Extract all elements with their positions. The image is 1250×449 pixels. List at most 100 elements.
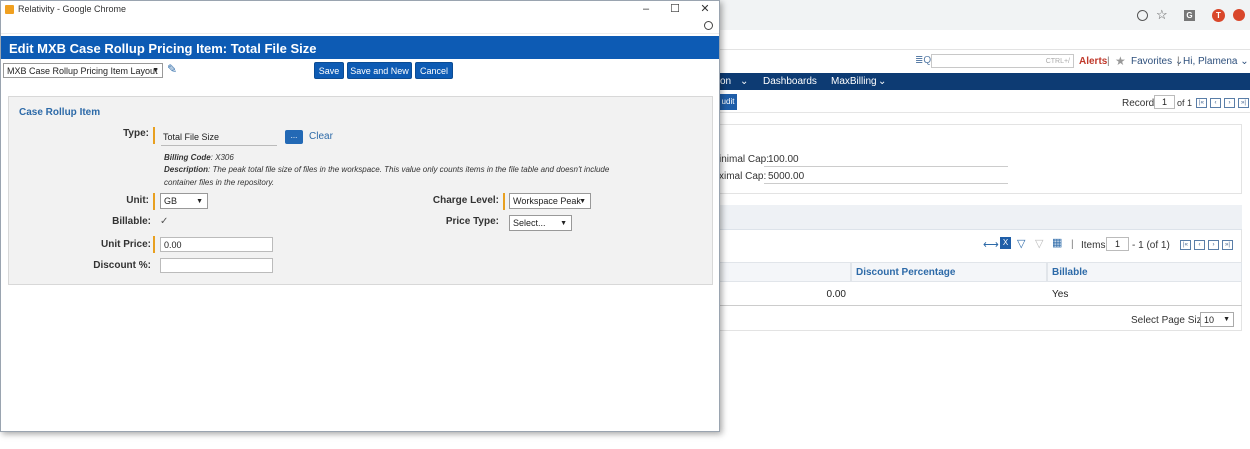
charge-level-value: Workspace Peak <box>513 196 581 206</box>
required-marker <box>503 193 505 210</box>
minimal-cap-value: 100.00 <box>768 154 799 165</box>
chevron-down-icon: ▼ <box>152 67 159 74</box>
maximize-icon[interactable]: ☐ <box>668 2 682 16</box>
description-line: Description: The peak total file size of… <box>164 163 644 189</box>
unit-price-label: Unit Price: <box>100 239 151 250</box>
charge-level-select[interactable]: Workspace Peak ▼ <box>509 193 591 209</box>
prev-page-icon[interactable]: ‹ <box>1194 240 1205 250</box>
last-page-icon[interactable]: »| <box>1222 240 1233 250</box>
excel-export-icon[interactable]: X <box>1000 237 1011 249</box>
items-label: Items <box>1081 240 1106 251</box>
section-title: Case Rollup Item <box>19 107 101 118</box>
next-page-icon[interactable]: › <box>1208 240 1219 250</box>
items-count: - 1 (of 1) <box>1132 240 1170 251</box>
type-picker-button[interactable]: ... <box>285 130 303 144</box>
first-page-icon[interactable]: |« <box>1180 240 1191 250</box>
favorites-star-icon: ★ <box>1115 54 1126 68</box>
billing-code-label: Billing Code <box>164 153 211 162</box>
table-cell-amount: 0.00 <box>826 289 846 300</box>
next-page-icon[interactable]: › <box>1224 98 1235 108</box>
bookmark-star-icon[interactable]: ☆ <box>1156 7 1168 23</box>
required-marker <box>153 127 155 144</box>
favorites-menu[interactable]: Favorites ⌄ <box>1131 56 1183 67</box>
clear-filter-icon[interactable]: ▽ <box>1035 237 1043 250</box>
divider <box>764 183 1008 184</box>
user-greeting: Hi, Plamena <box>1183 56 1238 67</box>
chevron-down-icon: ⌄ <box>878 76 887 87</box>
main-nav: on ⌄ Dashboards MaxBilling ⌄ <box>719 73 1250 90</box>
record-label: Record <box>1122 98 1155 109</box>
edit-layout-pencil-icon[interactable]: ✎ <box>167 62 177 76</box>
record-count: of 1 <box>1177 98 1193 108</box>
nav-item-dashboards[interactable]: Dashboards <box>763 76 817 87</box>
discount-label: Discount %: <box>93 260 151 271</box>
separator: | <box>1107 56 1110 67</box>
zoom-icon[interactable] <box>704 21 713 30</box>
nav-item-maxbilling[interactable]: MaxBilling <box>831 76 877 87</box>
relativity-favicon-icon <box>5 5 14 14</box>
chevron-down-icon: ▼ <box>579 198 586 205</box>
window-titlebar: Relativity - Google Chrome – ☐ ✕ <box>1 1 719 18</box>
unit-select-value: GB <box>164 196 178 206</box>
chevron-down-icon: ⌄ <box>1240 56 1249 67</box>
required-marker <box>153 236 155 253</box>
table-cell-billable: Yes <box>1052 289 1069 300</box>
description-label: Description <box>164 165 209 174</box>
first-page-icon[interactable]: |« <box>1196 98 1207 108</box>
column-header-billable[interactable]: Billable <box>1047 262 1242 282</box>
price-type-label: Price Type: <box>445 216 499 227</box>
chevron-down-icon: ▼ <box>560 220 567 227</box>
maximal-cap-value: 5000.00 <box>768 171 805 182</box>
billing-code-value: : X306 <box>210 153 234 162</box>
minimize-icon[interactable]: – <box>639 2 653 16</box>
page-size-select[interactable]: 10 ▼ <box>1200 312 1234 327</box>
case-rollup-item-panel <box>8 96 713 285</box>
save-button[interactable]: Save <box>314 62 344 79</box>
unit-select[interactable]: GB ▼ <box>160 193 208 209</box>
user-menu[interactable]: Hi, Plamena ⌄ <box>1183 56 1249 67</box>
divider <box>161 145 277 146</box>
close-icon[interactable]: ✕ <box>698 2 712 16</box>
page-size-value: 10 <box>1204 315 1215 325</box>
last-page-icon[interactable]: »| <box>1238 98 1249 108</box>
layout-select-value: MXB Case Rollup Pricing Item Layout <box>7 66 158 76</box>
save-and-new-button[interactable]: Save and New <box>347 62 412 79</box>
quick-search-input[interactable]: CTRL+/ <box>931 54 1074 68</box>
price-type-value: Select... <box>513 218 546 228</box>
zoom-icon[interactable] <box>1137 10 1148 21</box>
discount-input[interactable] <box>160 258 273 273</box>
alerts-link[interactable]: Alerts <box>1079 56 1107 67</box>
expand-icon[interactable]: ⟷ <box>983 238 999 251</box>
required-marker <box>153 193 155 210</box>
clear-link[interactable]: Clear <box>309 131 333 142</box>
separator: | <box>1177 56 1180 67</box>
minimal-cap-label: inimal Cap: <box>719 154 770 165</box>
type-label: Type: <box>123 128 149 139</box>
billable-checkbox[interactable]: ✓ <box>160 217 171 228</box>
profile-avatar-icon[interactable]: T <box>1212 9 1225 22</box>
audit-button[interactable]: udit <box>719 94 737 110</box>
billable-label: Billable: <box>112 216 151 227</box>
nav-item-partial[interactable]: on <box>720 76 731 87</box>
record-input[interactable]: 1 <box>1154 95 1175 109</box>
cancel-button[interactable]: Cancel <box>415 62 453 79</box>
price-type-select[interactable]: Select... ▼ <box>509 215 572 231</box>
column-header-partial[interactable] <box>719 262 851 282</box>
extension-g-icon[interactable]: G <box>1184 10 1195 21</box>
layout-select[interactable]: MXB Case Rollup Pricing Item Layout ▼ <box>3 63 163 78</box>
unit-label: Unit: <box>126 195 149 206</box>
quick-search-icon[interactable]: ≣Q <box>915 55 931 66</box>
grid-view-icon[interactable]: ▦ <box>1052 236 1062 249</box>
prev-page-icon[interactable]: ‹ <box>1210 98 1221 108</box>
unit-price-input[interactable]: 0.00 <box>160 237 273 252</box>
chevron-down-icon: ⌄ <box>740 76 749 87</box>
description-text: : The peak total file size of files in t… <box>164 165 610 187</box>
type-value: Total File Size <box>163 132 220 142</box>
charge-level-label: Charge Level: <box>432 195 499 206</box>
extension-icon[interactable] <box>1233 9 1245 21</box>
window-title: Relativity - Google Chrome <box>18 4 127 14</box>
filter-icon[interactable]: ▽ <box>1017 237 1025 250</box>
items-input[interactable]: 1 <box>1106 237 1129 251</box>
popup-address-bar <box>1 18 719 34</box>
column-header-discount-percentage[interactable]: Discount Percentage <box>851 262 1047 282</box>
